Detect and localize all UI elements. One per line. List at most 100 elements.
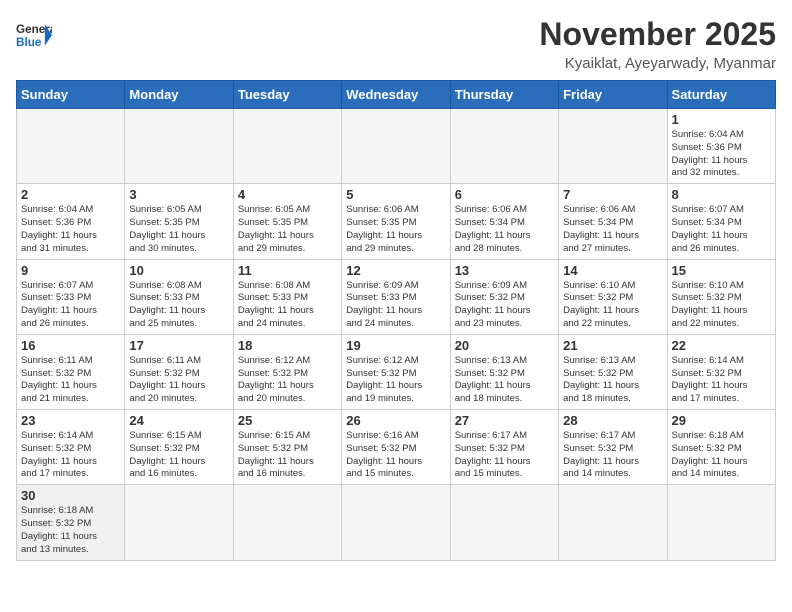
calendar-day-cell: 6 Sunrise: 6:06 AM Sunset: 5:34 PM Daylig… (450, 184, 558, 259)
calendar-day-cell (559, 109, 667, 184)
day-number: 7 (563, 187, 662, 202)
day-number: 5 (346, 187, 445, 202)
calendar-day-cell: 24 Sunrise: 6:15 AM Sunset: 5:32 PM Dayli… (125, 410, 233, 485)
day-info: Sunrise: 6:10 AM Sunset: 5:32 PM Dayligh… (563, 280, 662, 331)
weekday-header-sunday: Sunday (17, 81, 125, 109)
day-info: Sunrise: 6:12 AM Sunset: 5:32 PM Dayligh… (238, 355, 337, 406)
calendar-day-cell (342, 485, 450, 560)
day-info: Sunrise: 6:12 AM Sunset: 5:32 PM Dayligh… (346, 355, 445, 406)
calendar-day-cell: 8 Sunrise: 6:07 AM Sunset: 5:34 PM Daylig… (667, 184, 775, 259)
calendar-day-cell (450, 485, 558, 560)
calendar-day-cell: 2Sunrise: 6:04 AM Sunset: 5:36 PM Daylig… (17, 184, 125, 259)
calendar-day-cell: 13Sunrise: 6:09 AM Sunset: 5:32 PM Dayli… (450, 259, 558, 334)
day-number: 28 (563, 413, 662, 428)
day-number: 14 (563, 263, 662, 278)
day-info: Sunrise: 6:07 AM Sunset: 5:33 PM Dayligh… (21, 280, 120, 331)
day-number: 22 (672, 338, 771, 353)
calendar-day-cell: 1 Sunrise: 6:04 AM Sunset: 5:36 PM Daylig… (667, 109, 775, 184)
calendar-day-cell (125, 109, 233, 184)
calendar-day-cell: 11 Sunrise: 6:08 AM Sunset: 5:33 PM Dayli… (233, 259, 341, 334)
day-number: 11 (238, 263, 337, 278)
day-number: 8 (672, 187, 771, 202)
day-number: 16 (21, 338, 120, 353)
calendar-day-cell: 4 Sunrise: 6:05 AM Sunset: 5:35 PM Daylig… (233, 184, 341, 259)
calendar-day-cell: 23Sunrise: 6:14 AM Sunset: 5:32 PM Dayli… (17, 410, 125, 485)
calendar-day-cell (17, 109, 125, 184)
calendar-day-cell: 21 Sunrise: 6:13 AM Sunset: 5:32 PM Dayli… (559, 334, 667, 409)
day-info: Sunrise: 6:05 AM Sunset: 5:35 PM Dayligh… (238, 204, 337, 255)
day-info: Sunrise: 6:08 AM Sunset: 5:33 PM Dayligh… (238, 280, 337, 331)
day-number: 17 (129, 338, 228, 353)
day-number: 1 (672, 112, 771, 127)
weekday-header-friday: Friday (559, 81, 667, 109)
calendar-day-cell (450, 109, 558, 184)
calendar-day-cell: 18Sunrise: 6:12 AM Sunset: 5:32 PM Dayli… (233, 334, 341, 409)
calendar-day-cell: 9 Sunrise: 6:07 AM Sunset: 5:33 PM Daylig… (17, 259, 125, 334)
calendar-day-cell (342, 109, 450, 184)
calendar-day-cell (667, 485, 775, 560)
day-number: 24 (129, 413, 228, 428)
day-number: 23 (21, 413, 120, 428)
calendar-day-cell: 12Sunrise: 6:09 AM Sunset: 5:33 PM Dayli… (342, 259, 450, 334)
day-number: 19 (346, 338, 445, 353)
day-info: Sunrise: 6:09 AM Sunset: 5:33 PM Dayligh… (346, 280, 445, 331)
day-info: Sunrise: 6:17 AM Sunset: 5:32 PM Dayligh… (563, 430, 662, 481)
day-number: 9 (21, 263, 120, 278)
svg-text:Blue: Blue (16, 36, 42, 49)
calendar-day-cell: 15 Sunrise: 6:10 AM Sunset: 5:32 PM Dayli… (667, 259, 775, 334)
day-info: Sunrise: 6:06 AM Sunset: 5:34 PM Dayligh… (455, 204, 554, 255)
weekday-header-tuesday: Tuesday (233, 81, 341, 109)
weekday-header-row: SundayMondayTuesdayWednesdayThursdayFrid… (17, 81, 776, 109)
calendar-day-cell (233, 109, 341, 184)
calendar-day-cell (233, 485, 341, 560)
calendar-day-cell: 20Sunrise: 6:13 AM Sunset: 5:32 PM Dayli… (450, 334, 558, 409)
day-info: Sunrise: 6:13 AM Sunset: 5:32 PM Dayligh… (455, 355, 554, 406)
day-number: 4 (238, 187, 337, 202)
calendar-day-cell: 29 Sunrise: 6:18 AM Sunset: 5:32 PM Dayli… (667, 410, 775, 485)
calendar-day-cell: 14 Sunrise: 6:10 AM Sunset: 5:32 PM Dayli… (559, 259, 667, 334)
day-info: Sunrise: 6:14 AM Sunset: 5:32 PM Dayligh… (672, 355, 771, 406)
day-number: 29 (672, 413, 771, 428)
day-info: Sunrise: 6:08 AM Sunset: 5:33 PM Dayligh… (129, 280, 228, 331)
day-number: 21 (563, 338, 662, 353)
calendar-day-cell (559, 485, 667, 560)
calendar-day-cell: 25 Sunrise: 6:15 AM Sunset: 5:32 PM Dayli… (233, 410, 341, 485)
day-number: 3 (129, 187, 228, 202)
calendar-day-cell: 5Sunrise: 6:06 AM Sunset: 5:35 PM Daylig… (342, 184, 450, 259)
weekday-header-thursday: Thursday (450, 81, 558, 109)
day-info: Sunrise: 6:18 AM Sunset: 5:32 PM Dayligh… (672, 430, 771, 481)
calendar-day-cell: 28 Sunrise: 6:17 AM Sunset: 5:32 PM Dayli… (559, 410, 667, 485)
day-info: Sunrise: 6:10 AM Sunset: 5:32 PM Dayligh… (672, 280, 771, 331)
calendar-day-cell: 17Sunrise: 6:11 AM Sunset: 5:32 PM Dayli… (125, 334, 233, 409)
calendar-day-cell: 30Sunrise: 6:18 AM Sunset: 5:32 PM Dayli… (17, 485, 125, 560)
day-number: 27 (455, 413, 554, 428)
calendar-week-row: 23Sunrise: 6:14 AM Sunset: 5:32 PM Dayli… (17, 410, 776, 485)
logo: General Blue (16, 20, 52, 50)
day-number: 10 (129, 263, 228, 278)
day-number: 25 (238, 413, 337, 428)
day-info: Sunrise: 6:07 AM Sunset: 5:34 PM Dayligh… (672, 204, 771, 255)
day-info: Sunrise: 6:17 AM Sunset: 5:32 PM Dayligh… (455, 430, 554, 481)
day-number: 15 (672, 263, 771, 278)
calendar-day-cell: 27 Sunrise: 6:17 AM Sunset: 5:32 PM Dayli… (450, 410, 558, 485)
day-info: Sunrise: 6:13 AM Sunset: 5:32 PM Dayligh… (563, 355, 662, 406)
day-number: 6 (455, 187, 554, 202)
page-header: General Blue November 2025 Kyaiklat, Aye… (16, 16, 776, 72)
day-info: Sunrise: 6:11 AM Sunset: 5:32 PM Dayligh… (21, 355, 120, 406)
calendar-day-cell: 10 Sunrise: 6:08 AM Sunset: 5:33 PM Dayli… (125, 259, 233, 334)
calendar-week-row: 30Sunrise: 6:18 AM Sunset: 5:32 PM Dayli… (17, 485, 776, 560)
calendar-day-cell: 16 Sunrise: 6:11 AM Sunset: 5:32 PM Dayli… (17, 334, 125, 409)
calendar-week-row: 16 Sunrise: 6:11 AM Sunset: 5:32 PM Dayli… (17, 334, 776, 409)
day-info: Sunrise: 6:15 AM Sunset: 5:32 PM Dayligh… (129, 430, 228, 481)
day-info: Sunrise: 6:15 AM Sunset: 5:32 PM Dayligh… (238, 430, 337, 481)
calendar-week-row: 9 Sunrise: 6:07 AM Sunset: 5:33 PM Daylig… (17, 259, 776, 334)
calendar-day-cell: 22 Sunrise: 6:14 AM Sunset: 5:32 PM Dayli… (667, 334, 775, 409)
day-info: Sunrise: 6:16 AM Sunset: 5:32 PM Dayligh… (346, 430, 445, 481)
day-info: Sunrise: 6:04 AM Sunset: 5:36 PM Dayligh… (672, 129, 771, 180)
title-block: November 2025 Kyaiklat, Ayeyarwady, Myan… (539, 16, 776, 72)
calendar-week-row: 1 Sunrise: 6:04 AM Sunset: 5:36 PM Daylig… (17, 109, 776, 184)
month-title: November 2025 (539, 16, 776, 53)
day-info: Sunrise: 6:06 AM Sunset: 5:34 PM Dayligh… (563, 204, 662, 255)
day-number: 13 (455, 263, 554, 278)
day-info: Sunrise: 6:05 AM Sunset: 5:35 PM Dayligh… (129, 204, 228, 255)
